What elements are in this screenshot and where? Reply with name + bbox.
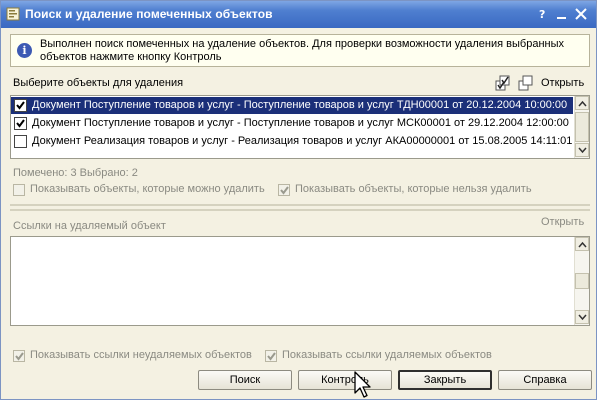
open-refs-button[interactable]: Открыть [541, 216, 584, 228]
scroll-thumb[interactable] [575, 112, 589, 142]
refs-scrollbar[interactable] [574, 237, 589, 325]
objects-list[interactable]: Документ Поступление товаров и услуг - П… [10, 95, 590, 159]
objects-section-label: Выберите объекты для удаления [13, 77, 184, 89]
info-text: Выполнен поиск помеченных на удаление об… [40, 38, 564, 63]
row-checkbox[interactable] [14, 135, 27, 148]
scroll-up-button[interactable] [575, 96, 589, 110]
show-deletable-checkbox[interactable]: Показывать объекты, которые можно удалит… [13, 183, 273, 198]
window-title: Поиск и удаление помеченных объектов [25, 7, 273, 21]
close-button[interactable]: Закрыть [398, 370, 492, 390]
help-button[interactable]: Справка [498, 370, 592, 390]
checkbox-box[interactable] [13, 184, 25, 196]
status-text: Помечено: 3 Выбрано: 2 [13, 167, 138, 179]
checkbox-label: Показывать ссылки удаляемых объектов [282, 349, 492, 361]
scroll-up-button[interactable] [575, 237, 589, 251]
close-icon[interactable] [573, 6, 589, 22]
checkbox-box[interactable] [278, 184, 290, 196]
objects-scrollbar[interactable] [574, 96, 589, 158]
row-checkbox[interactable] [14, 117, 27, 130]
checkbox-label: Показывать объекты, которые нельзя удали… [295, 183, 532, 195]
mouse-cursor-icon [353, 371, 373, 400]
splitter[interactable] [10, 204, 590, 211]
show-deleted-refs-checkbox[interactable]: Показывать ссылки удаляемых объектов [265, 349, 505, 364]
control-button[interactable]: Контроль [298, 370, 392, 390]
checkbox-label: Показывать объекты, которые можно удалит… [30, 183, 265, 195]
search-button[interactable]: Поиск [198, 370, 292, 390]
app-icon [6, 7, 20, 21]
row-checkbox[interactable] [14, 99, 27, 112]
show-nondeleted-refs-checkbox[interactable]: Показывать ссылки неудаляемых объектов [13, 349, 263, 364]
info-message: i Выполнен поиск помеченных на удаление … [10, 34, 590, 67]
minimize-icon[interactable] [554, 6, 570, 22]
checkbox-box[interactable] [13, 350, 25, 362]
refs-section-label: Ссылки на удаляемый объект [13, 220, 166, 232]
list-item[interactable]: Документ Поступление товаров и услуг - П… [11, 97, 573, 114]
list-item[interactable]: Документ Реализация товаров и услуг - Ре… [11, 133, 573, 150]
info-icon: i [17, 43, 32, 58]
show-undeletable-checkbox[interactable]: Показывать объекты, которые нельзя удали… [278, 183, 548, 198]
row-text: Документ Поступление товаров и услуг - П… [32, 99, 568, 111]
list-item[interactable]: Документ Поступление товаров и услуг - П… [11, 115, 573, 132]
refs-list[interactable] [10, 236, 590, 326]
title-bar[interactable]: Поиск и удаление помеченных объектов ? [1, 1, 596, 28]
row-text: Документ Поступление товаров и услуг - П… [32, 117, 569, 129]
checkbox-label: Показывать ссылки неудаляемых объектов [30, 349, 252, 361]
dialog-window: Поиск и удаление помеченных объектов ? i… [0, 0, 597, 400]
scroll-down-button[interactable] [575, 310, 589, 324]
scroll-down-button[interactable] [575, 143, 589, 157]
row-text: Документ Реализация товаров и услуг - Ре… [32, 135, 573, 147]
svg-text:?: ? [539, 8, 545, 21]
help-icon[interactable]: ? [535, 6, 551, 22]
checkbox-box[interactable] [265, 350, 277, 362]
scroll-thumb[interactable] [575, 273, 589, 289]
open-objects-icon[interactable] [518, 75, 534, 94]
open-objects-button[interactable]: Открыть [541, 77, 584, 89]
mark-all-icon[interactable] [495, 75, 511, 94]
